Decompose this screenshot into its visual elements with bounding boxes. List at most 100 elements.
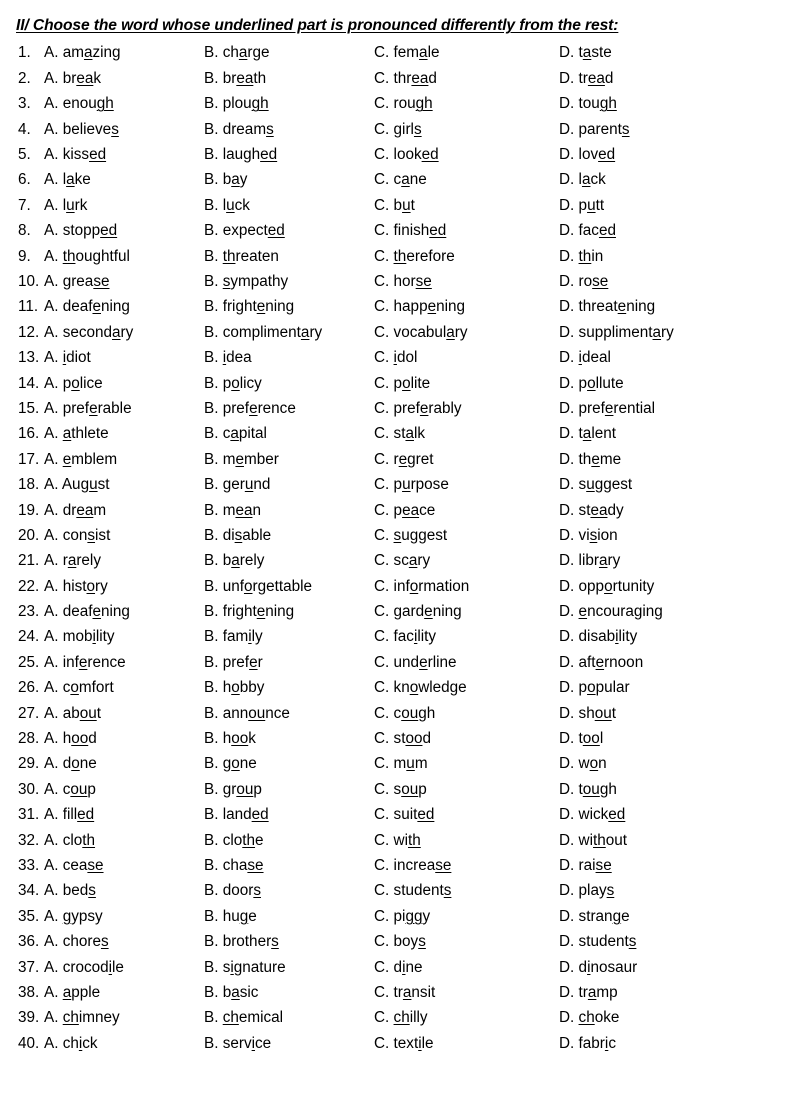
option-c[interactable]: C. looked: [374, 142, 439, 167]
option-c[interactable]: C. increase: [374, 853, 451, 878]
option-a[interactable]: 13. A. idiot: [18, 345, 91, 370]
option-b[interactable]: B. landed: [204, 802, 269, 827]
option-c[interactable]: C. textile: [374, 1031, 434, 1056]
option-d[interactable]: D. dinosaur: [559, 955, 637, 980]
option-d[interactable]: D. faced: [559, 218, 616, 243]
option-b[interactable]: B. brothers: [204, 929, 279, 954]
option-a[interactable]: 36. A. chores: [18, 929, 109, 954]
option-a[interactable]: 32. A. cloth: [18, 828, 95, 853]
option-b[interactable]: B. preference: [204, 396, 296, 421]
option-d[interactable]: D. opportunity: [559, 574, 654, 599]
option-b[interactable]: B. family: [204, 624, 263, 649]
option-c[interactable]: C. scary: [374, 548, 430, 573]
option-b[interactable]: B. mean: [204, 498, 261, 523]
option-c[interactable]: C. rough: [374, 91, 433, 116]
option-c[interactable]: C. cane: [374, 167, 427, 192]
option-d[interactable]: D. lack: [559, 167, 606, 192]
option-a[interactable]: 5. A. kissed: [18, 142, 106, 167]
option-c[interactable]: C. therefore: [374, 244, 455, 269]
option-b[interactable]: B. basic: [204, 980, 258, 1005]
option-a[interactable]: 12. A. secondary: [18, 320, 133, 345]
option-d[interactable]: D. without: [559, 828, 627, 853]
option-c[interactable]: C. chilly: [374, 1005, 428, 1030]
option-d[interactable]: D. popular: [559, 675, 630, 700]
option-a[interactable]: 19. A. dream: [18, 498, 106, 523]
option-b[interactable]: B. signature: [204, 955, 286, 980]
option-c[interactable]: C. transit: [374, 980, 435, 1005]
option-a[interactable]: 25. A. inference: [18, 650, 126, 675]
option-d[interactable]: D. plays: [559, 878, 614, 903]
option-d[interactable]: D. steady: [559, 498, 624, 523]
option-a[interactable]: 20. A. consist: [18, 523, 110, 548]
option-b[interactable]: B. policy: [204, 371, 262, 396]
option-a[interactable]: 38. A. apple: [18, 980, 100, 1005]
option-c[interactable]: C. but: [374, 193, 415, 218]
option-a[interactable]: 37. A. crocodile: [18, 955, 124, 980]
option-d[interactable]: D. rose: [559, 269, 608, 294]
option-b[interactable]: B. breath: [204, 66, 266, 91]
option-a[interactable]: 9. A. thoughtful: [18, 244, 130, 269]
option-d[interactable]: D. tread: [559, 66, 613, 91]
option-d[interactable]: D. loved: [559, 142, 615, 167]
option-b[interactable]: B. complimentary: [204, 320, 322, 345]
option-b[interactable]: B. threaten: [204, 244, 279, 269]
option-a[interactable]: 34. A. beds: [18, 878, 96, 903]
option-d[interactable]: D. wicked: [559, 802, 625, 827]
option-a[interactable]: 11. A. deafening: [18, 294, 130, 319]
option-d[interactable]: D. tool: [559, 726, 603, 751]
option-b[interactable]: B. prefer: [204, 650, 263, 675]
option-b[interactable]: B. capital: [204, 421, 267, 446]
option-d[interactable]: D. ideal: [559, 345, 611, 370]
option-c[interactable]: C. cough: [374, 701, 435, 726]
option-c[interactable]: C. information: [374, 574, 469, 599]
option-c[interactable]: C. piggy: [374, 904, 430, 929]
option-a[interactable]: 15. A. preferable: [18, 396, 132, 421]
option-a[interactable]: 35. A. gypsy: [18, 904, 103, 929]
option-b[interactable]: B. gone: [204, 751, 257, 776]
option-b[interactable]: B. frightening: [204, 294, 294, 319]
option-d[interactable]: D. students: [559, 929, 636, 954]
option-c[interactable]: C. facility: [374, 624, 436, 649]
option-b[interactable]: B. expected: [204, 218, 285, 243]
option-c[interactable]: C. regret: [374, 447, 434, 472]
option-c[interactable]: C. female: [374, 40, 439, 65]
option-c[interactable]: C. girls: [374, 117, 422, 142]
option-c[interactable]: C. thread: [374, 66, 437, 91]
option-b[interactable]: B. laughed: [204, 142, 277, 167]
option-a[interactable]: 21. A. rarely: [18, 548, 101, 573]
option-a[interactable]: 23. A. deafening: [18, 599, 130, 624]
option-b[interactable]: B. disable: [204, 523, 271, 548]
option-d[interactable]: D. putt: [559, 193, 604, 218]
option-b[interactable]: B. hobby: [204, 675, 264, 700]
option-c[interactable]: C. purpose: [374, 472, 449, 497]
option-d[interactable]: D. afternoon: [559, 650, 643, 675]
option-b[interactable]: B. doors: [204, 878, 261, 903]
option-b[interactable]: B. bay: [204, 167, 247, 192]
option-c[interactable]: C. horse: [374, 269, 432, 294]
option-d[interactable]: D. supplimentary: [559, 320, 674, 345]
option-d[interactable]: D. parents: [559, 117, 630, 142]
option-b[interactable]: B. chase: [204, 853, 264, 878]
option-b[interactable]: B. sympathy: [204, 269, 288, 294]
option-c[interactable]: C. polite: [374, 371, 430, 396]
option-b[interactable]: B. luck: [204, 193, 250, 218]
option-c[interactable]: C. students: [374, 878, 451, 903]
option-a[interactable]: 22. A. history: [18, 574, 108, 599]
option-d[interactable]: D. choke: [559, 1005, 619, 1030]
option-c[interactable]: C. suggest: [374, 523, 447, 548]
option-d[interactable]: D. preferential: [559, 396, 655, 421]
option-d[interactable]: D. pollute: [559, 371, 624, 396]
option-a[interactable]: 28. A. hood: [18, 726, 97, 751]
option-d[interactable]: D. taste: [559, 40, 612, 65]
option-c[interactable]: C. happening: [374, 294, 465, 319]
option-c[interactable]: C. gardening: [374, 599, 462, 624]
option-a[interactable]: 10. A. grease: [18, 269, 109, 294]
option-d[interactable]: D. thin: [559, 244, 603, 269]
option-b[interactable]: B. plough: [204, 91, 269, 116]
option-b[interactable]: B. service: [204, 1031, 271, 1056]
option-c[interactable]: C. dine: [374, 955, 422, 980]
option-d[interactable]: D. won: [559, 751, 607, 776]
option-c[interactable]: C. with: [374, 828, 421, 853]
option-a[interactable]: 33. A. cease: [18, 853, 104, 878]
option-d[interactable]: D. tough: [559, 777, 617, 802]
